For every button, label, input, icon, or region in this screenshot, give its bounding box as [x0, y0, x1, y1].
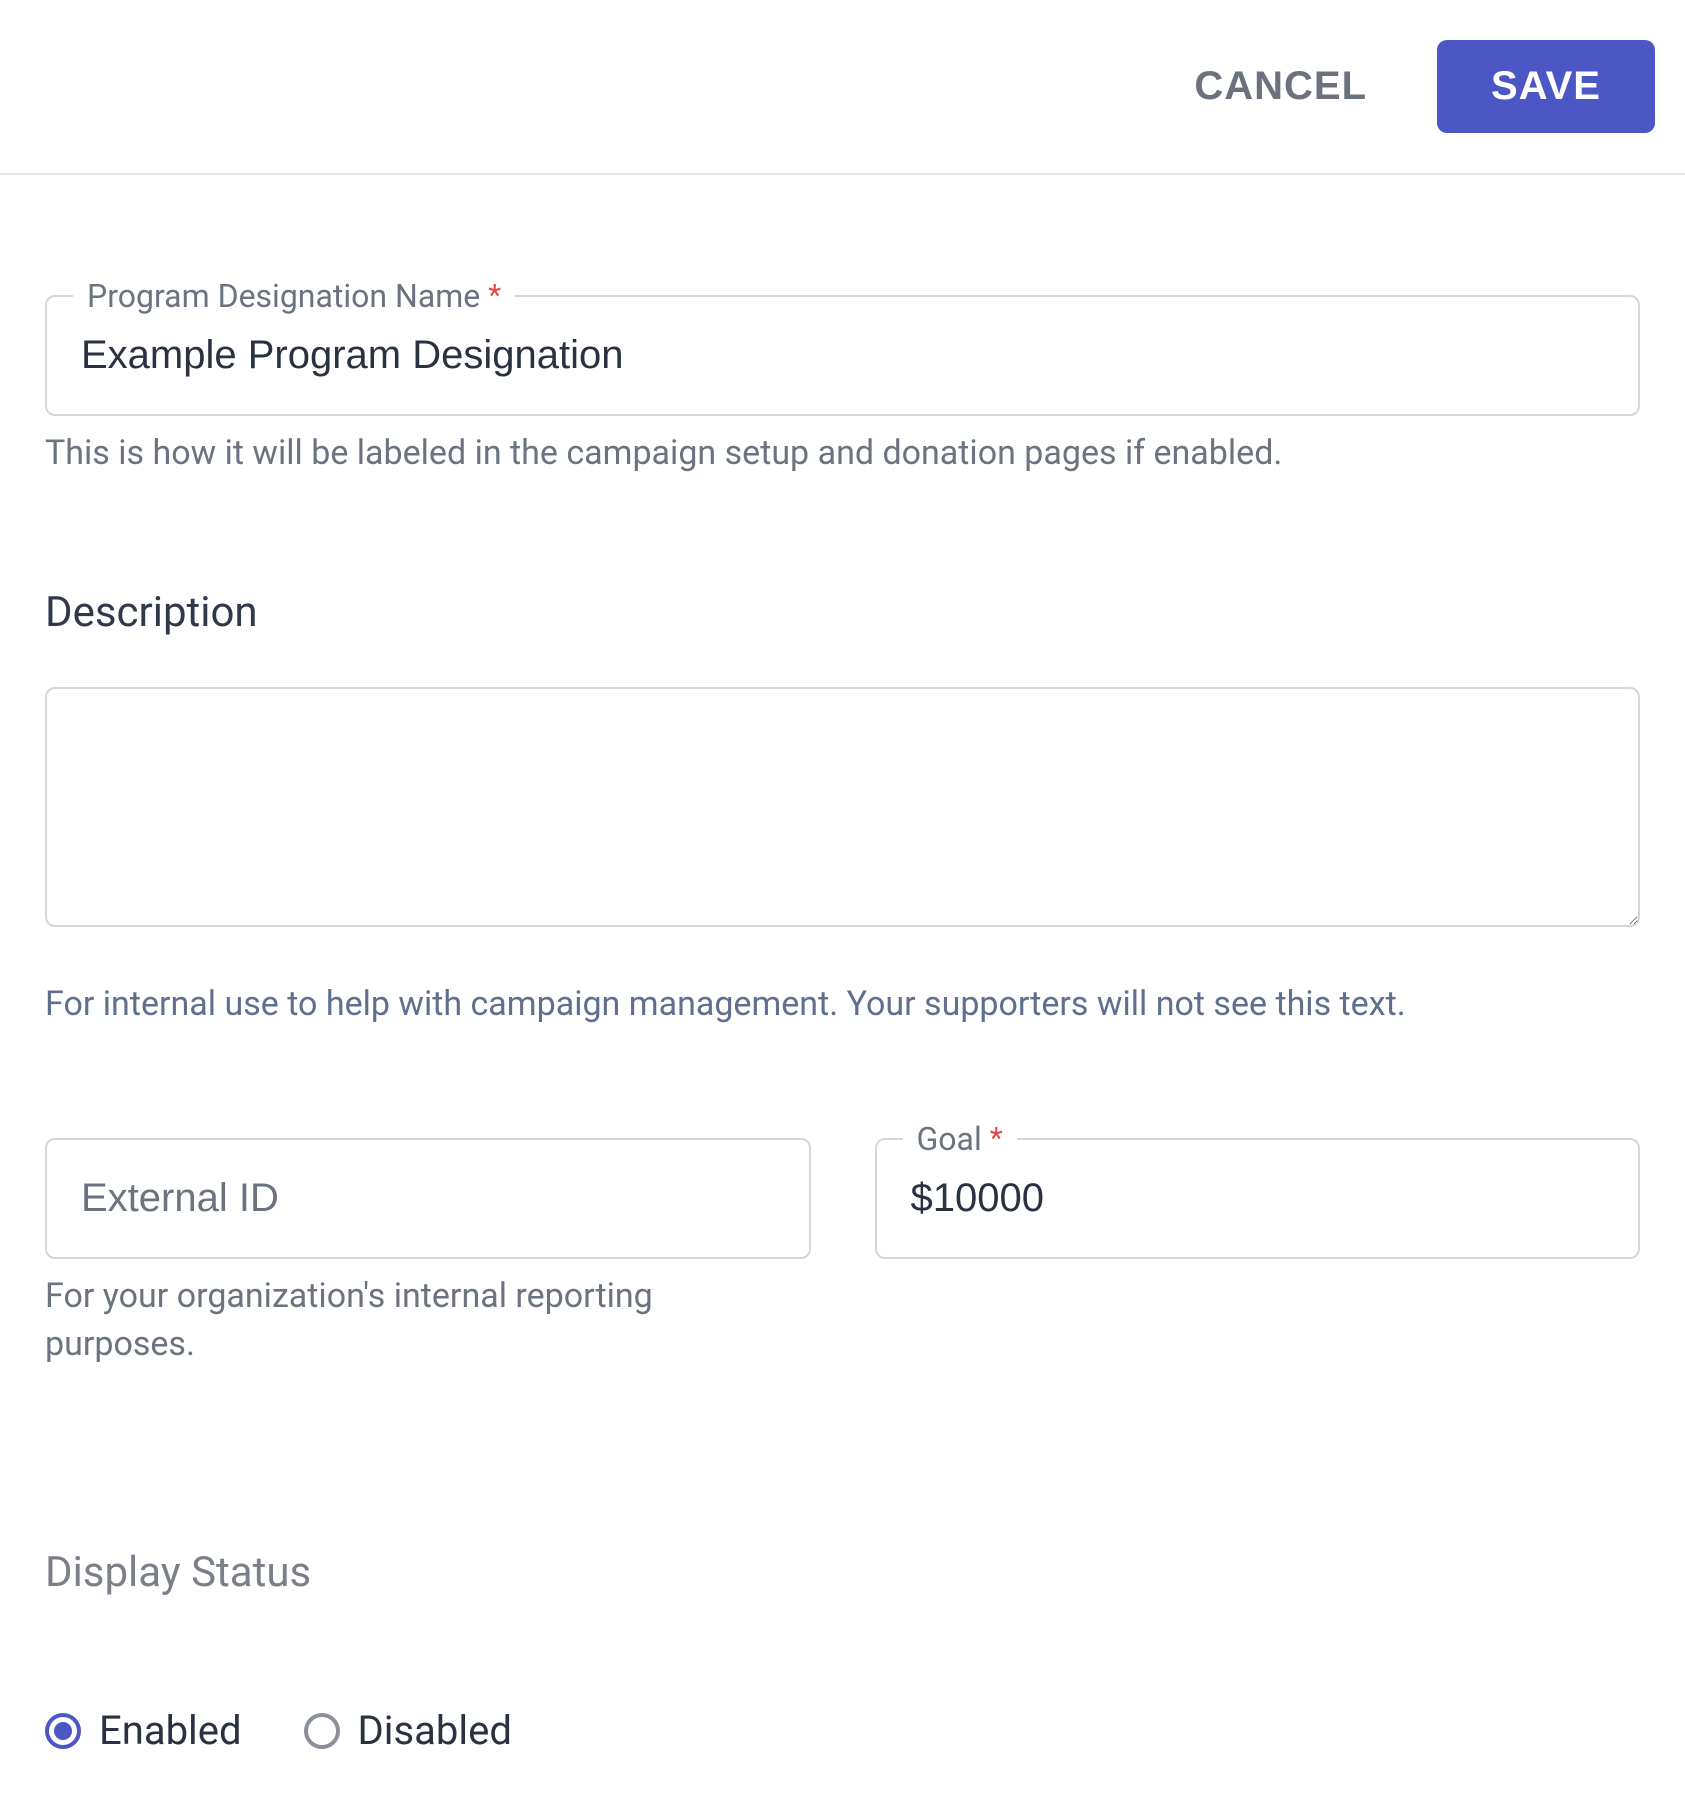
program-name-field: Program Designation Name *	[45, 295, 1640, 416]
external-id-field	[45, 1138, 811, 1259]
save-button[interactable]: SAVE	[1437, 40, 1655, 133]
goal-label-text: Goal	[917, 1120, 982, 1158]
program-name-label: Program Designation Name *	[73, 277, 515, 315]
radio-enabled[interactable]: Enabled	[45, 1707, 242, 1754]
required-indicator: *	[488, 288, 501, 303]
radio-enabled-indicator	[45, 1713, 81, 1749]
goal-label: Goal *	[903, 1120, 1017, 1158]
display-status-heading: Display Status	[45, 1548, 1640, 1597]
description-helper: For internal use to help with campaign m…	[45, 981, 1640, 1029]
radio-disabled-label: Disabled	[358, 1707, 512, 1754]
external-id-helper: For your organization's internal reporti…	[45, 1273, 811, 1368]
cancel-button[interactable]: CANCEL	[1174, 54, 1387, 119]
description-heading: Description	[45, 588, 1640, 637]
required-indicator: *	[990, 1131, 1003, 1146]
radio-disabled[interactable]: Disabled	[304, 1707, 512, 1754]
program-name-helper: This is how it will be labeled in the ca…	[45, 430, 1640, 478]
radio-disabled-indicator	[304, 1713, 340, 1749]
form-content: Program Designation Name * This is how i…	[0, 175, 1685, 1794]
description-textarea[interactable]	[45, 687, 1640, 927]
program-name-label-text: Program Designation Name	[87, 277, 480, 315]
external-id-input[interactable]	[45, 1138, 811, 1259]
radio-enabled-label: Enabled	[99, 1707, 242, 1754]
display-status-radio-group: Enabled Disabled	[45, 1707, 1640, 1754]
action-bar: CANCEL SAVE	[0, 0, 1685, 175]
goal-field: Goal *	[875, 1138, 1641, 1259]
